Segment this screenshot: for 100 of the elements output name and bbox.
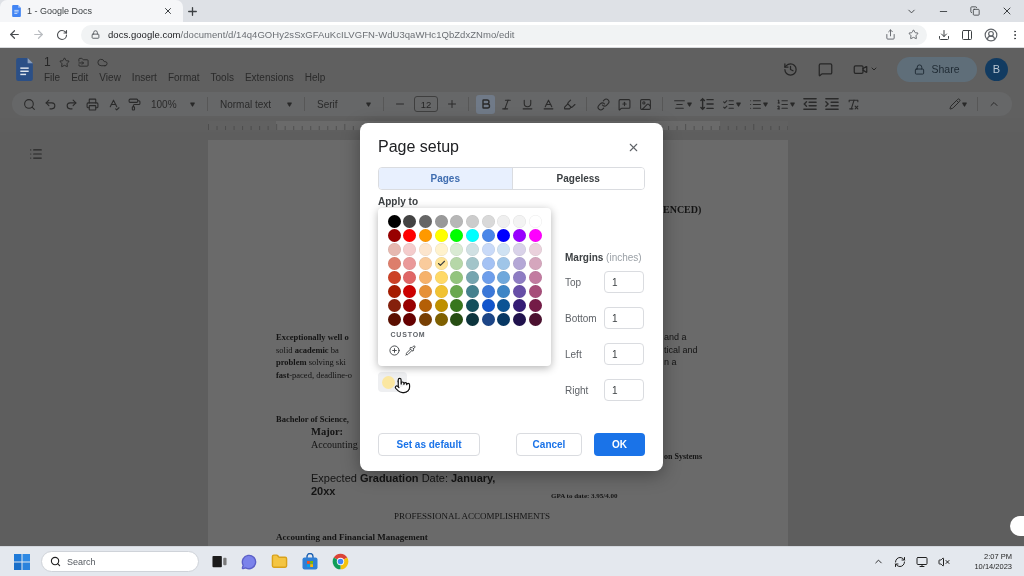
color-swatch[interactable] xyxy=(418,242,432,256)
share-button[interactable]: Share xyxy=(897,56,977,82)
color-swatch[interactable] xyxy=(387,284,401,298)
tab[interactable]: Pages xyxy=(379,168,512,189)
checklist-icon[interactable] xyxy=(722,97,735,111)
chat-icon[interactable] xyxy=(241,553,257,570)
eyedropper-icon[interactable] xyxy=(404,345,416,357)
profile-icon[interactable] xyxy=(984,27,998,42)
bulleted-list-icon[interactable] xyxy=(749,97,762,111)
avatar[interactable]: B xyxy=(985,57,1008,81)
back-icon[interactable] xyxy=(8,28,21,41)
search-field[interactable]: Search xyxy=(41,551,199,572)
history-icon[interactable] xyxy=(783,61,798,77)
decrease-indent-icon[interactable] xyxy=(803,97,817,111)
color-swatch[interactable] xyxy=(497,228,511,242)
close-tab-icon[interactable] xyxy=(163,6,173,16)
color-swatch[interactable] xyxy=(513,313,526,327)
color-swatch[interactable] xyxy=(481,228,495,242)
paint-format-icon[interactable] xyxy=(128,97,141,111)
color-swatch[interactable] xyxy=(387,299,401,313)
color-swatch[interactable] xyxy=(513,284,526,298)
color-swatch[interactable] xyxy=(528,299,542,313)
color-swatch[interactable] xyxy=(481,313,495,327)
color-swatch[interactable] xyxy=(418,299,432,313)
color-swatch[interactable] xyxy=(450,313,464,327)
side-panel-button[interactable] xyxy=(1010,516,1024,536)
color-swatch[interactable] xyxy=(418,313,432,327)
docs-home-icon[interactable] xyxy=(16,57,33,81)
margin-field[interactable]: 1 xyxy=(604,379,644,401)
sync-icon[interactable] xyxy=(894,555,907,568)
color-swatch[interactable] xyxy=(403,313,417,327)
color-swatch[interactable] xyxy=(465,313,479,327)
cancel-button[interactable]: Cancel xyxy=(516,433,582,456)
numbered-list-icon[interactable] xyxy=(776,97,789,111)
set-default-button[interactable]: Set as default xyxy=(378,433,480,456)
color-swatch[interactable] xyxy=(528,242,542,256)
color-swatch[interactable] xyxy=(528,270,542,284)
browser-icon[interactable] xyxy=(332,553,349,570)
color-swatch[interactable] xyxy=(497,256,511,270)
color-swatch[interactable] xyxy=(513,242,526,256)
caret-icon[interactable] xyxy=(870,65,878,73)
color-swatch[interactable] xyxy=(450,228,464,242)
download-icon[interactable] xyxy=(938,28,950,41)
color-swatch[interactable] xyxy=(450,299,464,313)
link-icon[interactable] xyxy=(597,97,610,111)
reload-icon[interactable] xyxy=(56,28,68,41)
color-swatch[interactable] xyxy=(434,270,448,284)
close-icon[interactable] xyxy=(1001,5,1013,17)
ok-button[interactable]: OK xyxy=(594,433,645,456)
outline-icon[interactable] xyxy=(29,147,43,161)
caret-icon[interactable] xyxy=(687,101,692,107)
color-swatch[interactable] xyxy=(465,242,479,256)
color-swatch[interactable] xyxy=(418,256,432,270)
increase-size-icon[interactable] xyxy=(446,98,458,110)
share-icon[interactable] xyxy=(885,29,896,40)
restore-icon[interactable] xyxy=(970,6,980,16)
caret-icon[interactable] xyxy=(736,101,741,107)
new-tab-icon[interactable] xyxy=(186,4,199,18)
margin-field[interactable]: 1 xyxy=(604,307,644,329)
color-swatch[interactable] xyxy=(434,313,448,327)
color-swatch[interactable] xyxy=(528,256,542,270)
color-swatch[interactable] xyxy=(481,270,495,284)
color-swatch[interactable] xyxy=(387,214,401,228)
color-swatch[interactable] xyxy=(497,214,511,228)
volume-muted-icon[interactable] xyxy=(938,555,951,568)
color-swatch[interactable] xyxy=(450,270,464,284)
color-swatch[interactable] xyxy=(403,270,417,284)
spellcheck-icon[interactable] xyxy=(107,97,120,111)
color-swatch[interactable] xyxy=(465,214,479,228)
color-swatch[interactable] xyxy=(387,256,401,270)
line-spacing-icon[interactable] xyxy=(700,97,714,111)
comment-icon[interactable] xyxy=(818,61,833,77)
color-swatch[interactable] xyxy=(403,256,417,270)
color-swatch[interactable] xyxy=(513,299,526,313)
color-swatch[interactable] xyxy=(418,214,432,228)
add-comment-icon[interactable] xyxy=(618,97,631,111)
color-swatch[interactable] xyxy=(481,299,495,313)
align-icon[interactable] xyxy=(673,97,686,111)
color-swatch[interactable] xyxy=(387,270,401,284)
caret-icon[interactable] xyxy=(962,101,967,107)
print-icon[interactable] xyxy=(86,97,99,111)
color-swatch[interactable] xyxy=(465,256,479,270)
color-swatch[interactable] xyxy=(513,228,526,242)
underline-icon[interactable] xyxy=(521,97,534,111)
color-swatch[interactable] xyxy=(497,284,511,298)
caret-icon[interactable] xyxy=(790,101,795,107)
highlight-icon[interactable] xyxy=(563,97,576,111)
add-custom-color-icon[interactable] xyxy=(388,345,400,357)
color-swatch[interactable] xyxy=(528,228,542,242)
color-swatch[interactable] xyxy=(497,270,511,284)
font-select[interactable]: Serif xyxy=(315,94,373,114)
style-select[interactable]: Normal text xyxy=(218,94,294,114)
color-swatch[interactable] xyxy=(450,214,464,228)
clear-formatting-icon[interactable] xyxy=(847,97,860,111)
color-swatch[interactable] xyxy=(528,214,542,228)
star-icon[interactable] xyxy=(58,56,70,68)
color-swatch[interactable] xyxy=(497,242,511,256)
color-swatch[interactable] xyxy=(497,313,511,327)
increase-indent-icon[interactable] xyxy=(825,97,839,111)
bookmark-star-icon[interactable] xyxy=(908,29,919,40)
